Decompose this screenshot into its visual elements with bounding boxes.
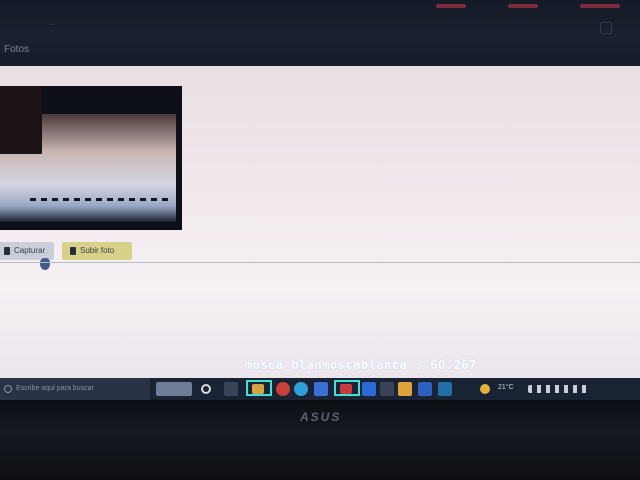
address-text: ...	[48, 18, 55, 27]
app-page: Capturar Subir foto	[0, 66, 640, 382]
upload-photo-button[interactable]: Subir foto	[62, 242, 132, 260]
section-divider	[0, 262, 640, 263]
chrome-icon[interactable]	[276, 382, 290, 396]
edge-icon[interactable]	[294, 382, 308, 396]
app-icon[interactable]	[380, 382, 394, 396]
brand-logo: ASUS	[300, 410, 342, 424]
page-title: Fotos	[4, 44, 30, 55]
window-control-icon[interactable]	[600, 22, 612, 34]
word-icon[interactable]	[418, 382, 432, 396]
powerpoint-icon[interactable]	[340, 384, 352, 394]
search-placeholder: Escribe aquí para buscar	[16, 385, 94, 392]
camera-noise-strip	[30, 198, 170, 201]
browser-chrome: ... Fotos	[0, 0, 640, 66]
upload-button-label: Subir foto	[80, 246, 115, 255]
camera-preview	[0, 86, 182, 230]
weather-text[interactable]: 21°C	[498, 384, 514, 391]
detection-label: mosca blanmoscablanca : 60.267	[245, 358, 477, 372]
terminal-icon[interactable]	[438, 382, 452, 396]
start-circle-icon[interactable]	[201, 384, 211, 394]
weather-icon[interactable]	[480, 384, 490, 394]
mouse-cursor-icon	[40, 258, 50, 270]
taskbar-search[interactable]: Escribe aquí para buscar	[0, 378, 150, 400]
search-highlight-image	[156, 382, 192, 396]
file-explorer-icon[interactable]	[252, 384, 264, 394]
camera-icon	[4, 247, 10, 255]
tab-indicator	[436, 4, 466, 8]
laptop-bezel: ASUS	[0, 400, 640, 480]
tab-indicator	[580, 4, 620, 8]
system-tray-icons[interactable]	[528, 385, 588, 393]
capture-button-label: Capturar	[14, 246, 46, 255]
task-view-icon[interactable]	[224, 382, 238, 396]
app-icon[interactable]	[398, 382, 412, 396]
search-icon	[4, 385, 12, 393]
tab-indicator	[508, 4, 538, 8]
vscode-icon[interactable]	[362, 382, 376, 396]
store-icon[interactable]	[314, 382, 328, 396]
camera-dark-area	[0, 86, 42, 154]
file-icon	[70, 247, 76, 255]
taskbar: Escribe aquí para buscar 21°C	[0, 378, 640, 400]
